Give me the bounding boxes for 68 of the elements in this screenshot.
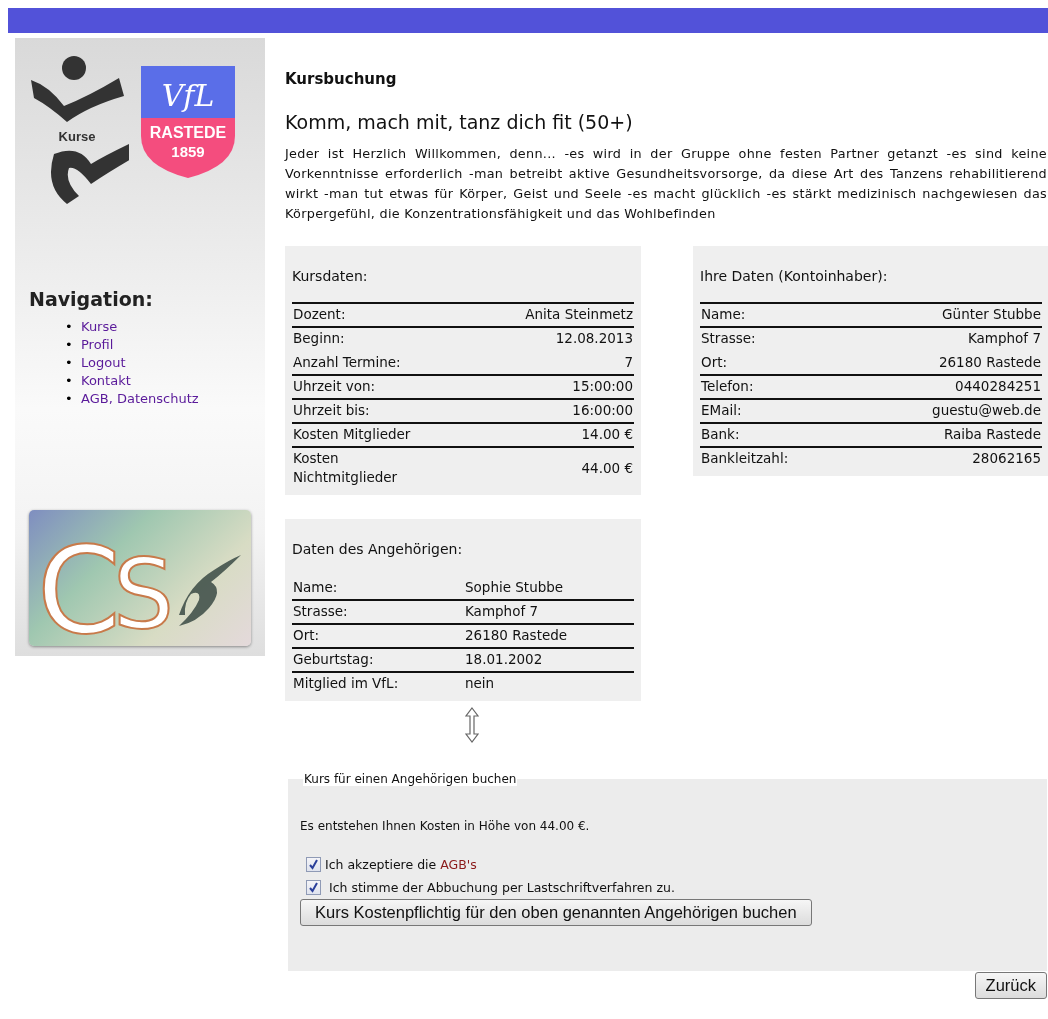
field-label: Bank: — [701, 425, 740, 444]
field-label: Uhrzeit bis: — [293, 401, 371, 420]
field-value: 0440284251 — [955, 377, 1041, 396]
field-label: Ort: — [293, 626, 320, 645]
bullet: • — [65, 390, 74, 408]
nav-link[interactable]: Profil — [81, 337, 114, 352]
field-value: Kamphof 7 — [465, 602, 540, 621]
cost-note: Es entstehen Ihnen Kosten in Höhe von 44.00 €. — [300, 819, 590, 833]
nav-heading: Navigation: — [29, 288, 154, 310]
field-label: Anzahl Termine: — [293, 353, 402, 372]
course-description: Jeder ist Herzlich Willkommen, denn... -es wird in der Gruppe ohne festen Partner getanzt -es sind keine Vorkenntnisse erforderlich -man betreibt aktive Gesundheitsvorsorge, da diese Art des Tanzens rehabilitierend wirkt -man tut etwas für Körper, Geist und Seele -es macht glücklich -es stärkt medizinisch nachgewiesen das Körpergefühl, die Konzentrationsfähigkeit und das Wohlbefinden — [285, 145, 1047, 223]
field-value: Kamphof 7 — [967, 329, 1041, 348]
field-value: 28062165 — [972, 449, 1041, 468]
dancer-logo: Kurse — [29, 56, 129, 206]
field-value: nein — [465, 674, 496, 693]
field-value: Sophie Stubbe — [465, 578, 565, 597]
field-value: 44.00 € — [581, 458, 633, 478]
field-value: 14.00 € — [581, 425, 633, 444]
back-button[interactable]: Zurück — [974, 972, 1047, 999]
field-value: 16:00:00 — [572, 401, 633, 420]
cs-logo: CS — [29, 510, 251, 646]
field-label: Ort: — [701, 353, 728, 372]
field-value: 26180 Rastede — [465, 626, 569, 645]
bullet: • — [65, 372, 74, 390]
checkbox[interactable] — [306, 857, 321, 872]
terms-link[interactable]: AGB's — [440, 857, 477, 872]
field-value: Raiba Rastede — [943, 425, 1041, 444]
field-label: Kosten Mitglieder — [293, 425, 412, 444]
double-arrow-icon — [465, 707, 479, 743]
field-value: Günter Stubbe — [942, 305, 1041, 324]
checkbox-label: Ich akzeptiere die AGB's — [325, 857, 477, 872]
field-value: 26180 Rastede — [938, 353, 1041, 372]
card-title: Daten des Angehörigen: — [292, 541, 464, 557]
section-legend: Kurs für einen Angehörigen buchen — [303, 772, 518, 786]
field-label: Name: — [701, 305, 746, 324]
field-label: Kosten Nichtmitglieder — [293, 449, 399, 487]
field-label: Strasse: — [293, 602, 348, 621]
field-label: Name: — [293, 578, 338, 597]
card-title: Ihre Daten (Kontoinhaber): — [700, 268, 889, 284]
nav-link[interactable]: AGB, Datenschutz — [81, 391, 199, 406]
checkbox[interactable] — [306, 880, 321, 895]
field-label: Mitglied im VfL: — [293, 674, 399, 693]
card-title: Kursdaten: — [292, 268, 369, 284]
field-label: Beginn: — [293, 329, 346, 348]
field-label: Bankleitzahl: — [701, 449, 789, 468]
field-label: EMail: — [701, 401, 742, 420]
field-label: Uhrzeit von: — [293, 377, 377, 396]
field-label: Geburtstag: — [293, 650, 374, 669]
book-button[interactable]: Kurs Kostenpflichtig für den oben genannten Angehörigen buchen — [300, 899, 812, 926]
course-title: Komm, mach mit, tanz dich fit (50+) — [285, 111, 634, 133]
field-value: 7 — [624, 353, 633, 372]
bullet: • — [65, 336, 74, 354]
nav-link[interactable]: Kontakt — [81, 373, 131, 388]
field-value: 12.08.2013 — [555, 329, 633, 348]
field-value: guestu@web.de — [932, 401, 1041, 420]
field-value: 18.01.2002 — [465, 650, 544, 669]
field-value: 15:00:00 — [572, 377, 633, 396]
nav-link[interactable]: Kurse — [81, 319, 118, 334]
field-label: Dozent: — [293, 305, 347, 324]
nav-link[interactable]: Logout — [81, 355, 126, 370]
checkbox-label: Ich stimme der Abbuchung per Lastschriftverfahren zu. — [329, 880, 675, 895]
bullet: • — [65, 354, 74, 372]
bullet: • — [65, 318, 74, 336]
club-crest-logo: VfL RASTEDE 1859 — [141, 66, 235, 178]
field-label: Telefon: — [701, 377, 754, 396]
page-title: Kursbuchung — [285, 70, 398, 88]
field-value: Anita Steinmetz — [525, 305, 633, 324]
field-label: Strasse: — [701, 329, 756, 348]
